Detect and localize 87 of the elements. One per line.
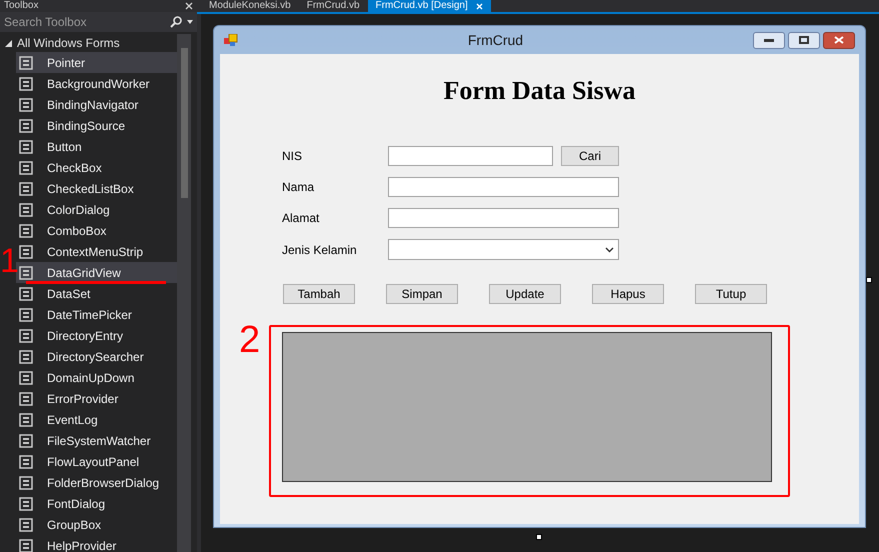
toolbox-item[interactable]: FontDialog: [16, 493, 177, 514]
component-icon: [19, 244, 33, 258]
close-icon[interactable]: [185, 2, 193, 10]
toolbox-item[interactable]: ComboBox: [16, 220, 177, 241]
text-input[interactable]: [388, 177, 619, 197]
group-header[interactable]: All Windows Forms: [0, 34, 177, 52]
component-icon: [19, 182, 33, 196]
restore-icon: [799, 36, 809, 44]
form-heading: Form Data Siswa: [442, 76, 637, 106]
field-label: Jenis Kelamin: [282, 242, 358, 258]
toolbox-item[interactable]: DataGridView: [16, 262, 177, 283]
toolbox-item[interactable]: DirectorySearcher: [16, 346, 177, 367]
panel-title: Toolbox: [4, 0, 38, 12]
toolbox-item[interactable]: ContextMenuStrip: [16, 241, 177, 262]
component-icon: [19, 392, 33, 406]
document-tab[interactable]: FrmCrud.vb [Design]: [368, 0, 491, 12]
field-label: Alamat: [282, 210, 320, 227]
window-title: FrmCrud: [466, 30, 524, 50]
resize-handle[interactable]: [866, 277, 872, 283]
toolbox-item[interactable]: FileSystemWatcher: [16, 430, 177, 451]
search-input[interactable]: Search Toolbox: [4, 13, 165, 31]
maximize-button[interactable]: [788, 32, 820, 48]
resize-handle[interactable]: [536, 534, 542, 540]
search-button[interactable]: Cari: [561, 146, 619, 166]
component-icon: [19, 56, 33, 70]
minimize-button[interactable]: [753, 32, 785, 48]
component-icon: [19, 160, 33, 174]
component-icon: [19, 118, 33, 132]
form-button[interactable]: Hapus: [592, 284, 664, 304]
toolbox-item[interactable]: EventLog: [16, 409, 177, 430]
component-icon: [19, 98, 33, 112]
form-button[interactable]: Tutup: [695, 284, 767, 304]
toolbox-item[interactable]: CheckedListBox: [16, 178, 177, 199]
toolbox-item[interactable]: DateTimePicker: [16, 304, 177, 325]
component-icon: [19, 286, 33, 300]
component-icon: [19, 476, 33, 490]
toolbox-item[interactable]: FolderBrowserDialog: [16, 472, 177, 493]
toolbox-item[interactable]: BindingNavigator: [16, 94, 177, 115]
toolbox-item[interactable]: GroupBox: [16, 514, 177, 535]
form-button[interactable]: Simpan: [386, 284, 458, 304]
toolbox-item[interactable]: FlowLayoutPanel: [16, 451, 177, 472]
component-icon: [19, 350, 33, 364]
search-field[interactable]: Search Toolbox: [0, 12, 197, 32]
minimize-icon: [764, 38, 774, 42]
form-icon: [224, 34, 238, 46]
component-icon: [19, 434, 33, 448]
chevron-down-icon: [605, 246, 614, 252]
toolbox-item[interactable]: DomainUpDown: [16, 367, 177, 388]
toolbox-item[interactable]: ColorDialog: [16, 199, 177, 220]
document-tab[interactable]: ModuleKoneksi.vb: [201, 0, 299, 12]
toolbox-item[interactable]: BackgroundWorker: [16, 73, 177, 94]
toolbox-item[interactable]: CheckBox: [16, 157, 177, 178]
annotation-number: 1: [0, 243, 19, 279]
component-icon: [19, 76, 33, 90]
annotation-number: 2: [239, 320, 260, 360]
toolbox-item[interactable]: Button: [16, 136, 177, 157]
form-button[interactable]: Update: [489, 284, 561, 304]
close-button[interactable]: [823, 32, 855, 48]
scrollbar[interactable]: [177, 34, 191, 552]
component-icon: [19, 328, 33, 342]
toolbox-item[interactable]: Pointer: [16, 52, 177, 73]
toolbox-item[interactable]: BindingSource: [16, 115, 177, 136]
toolbox-item[interactable]: ErrorProvider: [16, 388, 177, 409]
text-input[interactable]: [388, 208, 619, 228]
toolbox-item[interactable]: HelpProvider: [16, 535, 177, 552]
component-icon: [19, 454, 33, 468]
close-icon: [834, 36, 844, 44]
component-icon: [19, 202, 33, 216]
component-icon: [19, 538, 33, 552]
component-icon: [19, 224, 33, 238]
component-icon: [19, 518, 33, 532]
search-icon[interactable]: [169, 15, 183, 29]
component-icon: [19, 496, 33, 510]
text-input[interactable]: [388, 146, 553, 166]
component-icon: [19, 266, 33, 280]
field-label: NIS: [282, 148, 304, 165]
form-button[interactable]: Tambah: [283, 284, 355, 304]
document-tab[interactable]: FrmCrud.vb: [298, 0, 368, 12]
component-icon: [19, 412, 33, 426]
toolbox-item[interactable]: DirectoryEntry: [16, 325, 177, 346]
component-icon: [19, 370, 33, 384]
component-icon: [19, 308, 33, 322]
component-icon: [19, 140, 33, 154]
toolbox-item[interactable]: DataSet: [16, 283, 177, 304]
field-label: Nama: [282, 179, 316, 196]
caret-icon[interactable]: [187, 20, 193, 24]
combo-box[interactable]: [388, 239, 619, 260]
